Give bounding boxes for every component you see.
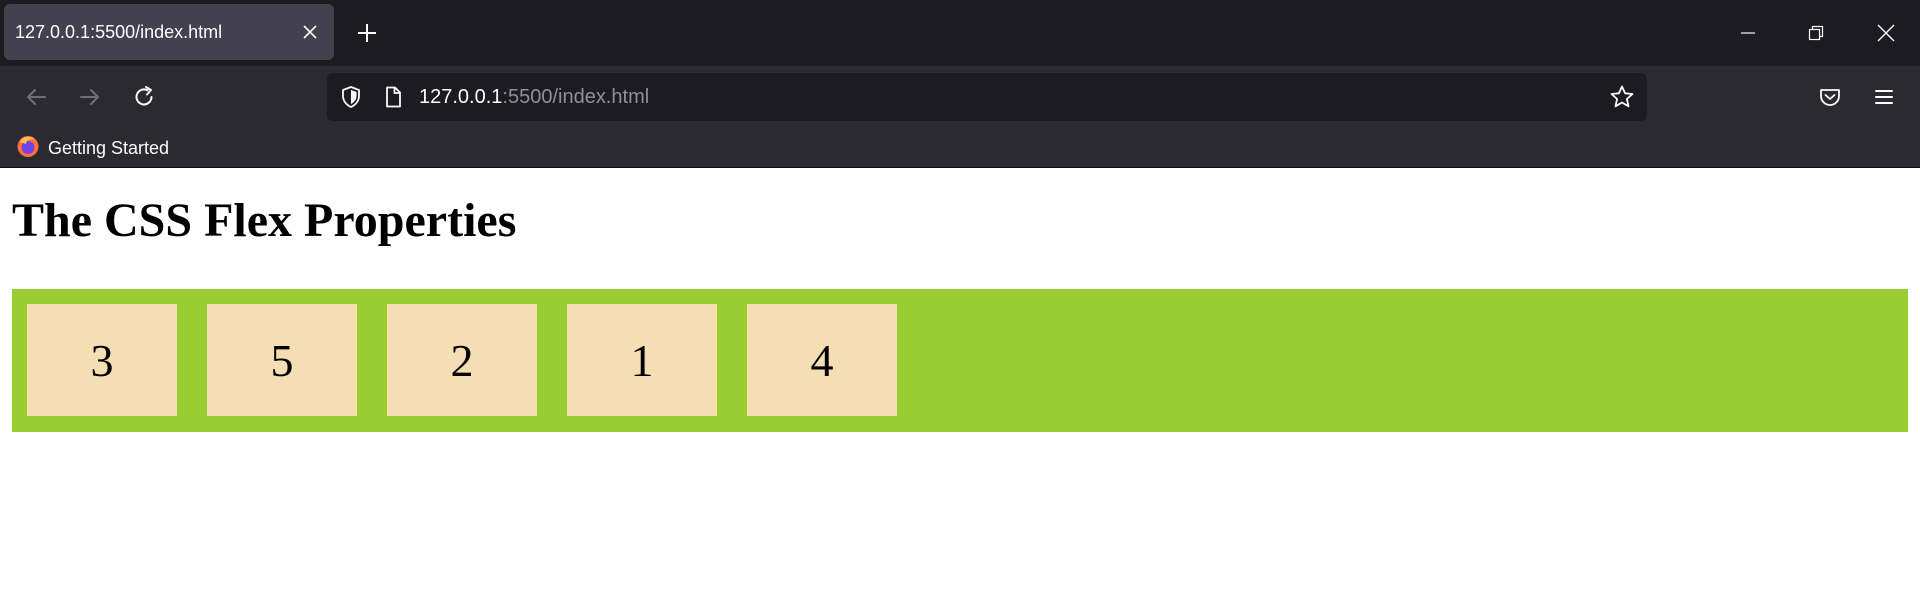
flex-item: 5: [207, 304, 357, 416]
bookmarks-toolbar: Getting Started: [0, 128, 1920, 168]
window-close-icon[interactable]: [1852, 0, 1920, 66]
url-path: :5500/index.html: [502, 86, 650, 108]
pocket-icon[interactable]: [1812, 79, 1848, 115]
forward-arrow-icon[interactable]: [72, 79, 108, 115]
page-title: The CSS Flex Properties: [12, 194, 517, 247]
star-icon[interactable]: [1609, 84, 1635, 110]
tab-title: 127.0.0.1:5500/index.html: [15, 22, 223, 42]
page-icon[interactable]: [381, 85, 405, 109]
page-viewport: The CSS Flex Properties 35214: [0, 169, 1920, 589]
close-icon[interactable]: [296, 18, 324, 46]
url-host: 127.0.0.1: [419, 86, 503, 108]
flex-container: 35214: [12, 289, 1908, 432]
url-text[interactable]: 127.0.0.1:5500/index.html: [419, 73, 649, 121]
flex-item: 4: [747, 304, 897, 416]
bookmark-label: Getting Started: [48, 137, 170, 158]
flex-item: 1: [567, 304, 717, 416]
restore-icon[interactable]: [1782, 0, 1850, 66]
flex-item: 2: [387, 304, 537, 416]
title-bar: 127.0.0.1:5500/index.html: [0, 0, 1920, 66]
bookmark-getting-started[interactable]: Getting Started: [16, 134, 169, 162]
address-bar[interactable]: 127.0.0.1:5500/index.html: [327, 73, 1647, 121]
navigation-toolbar: 127.0.0.1:5500/index.html: [0, 66, 1920, 128]
hamburger-menu-icon[interactable]: [1866, 79, 1902, 115]
plus-icon[interactable]: [350, 16, 384, 50]
tab-active[interactable]: 127.0.0.1:5500/index.html: [4, 4, 334, 60]
reload-icon[interactable]: [126, 79, 162, 115]
firefox-icon: [16, 134, 40, 163]
minimize-icon[interactable]: [1714, 0, 1782, 66]
shield-icon[interactable]: [339, 85, 363, 109]
flex-item: 3: [27, 304, 177, 416]
back-arrow-icon[interactable]: [18, 79, 54, 115]
